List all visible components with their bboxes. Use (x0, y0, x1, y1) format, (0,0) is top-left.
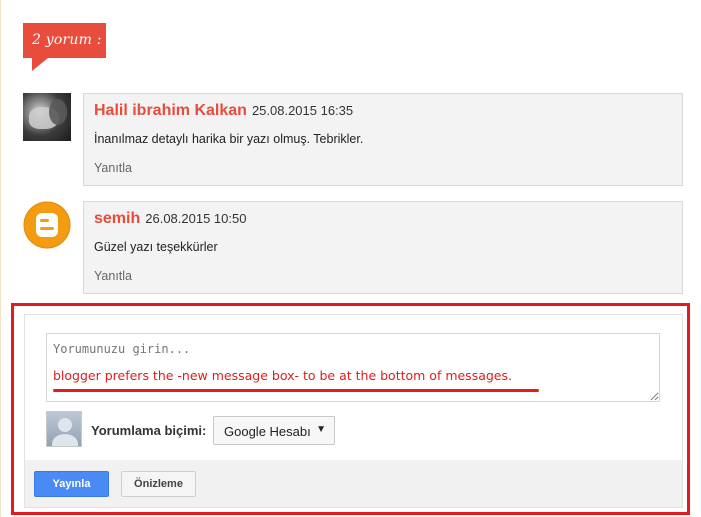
annotation-highlight-frame (11, 303, 690, 515)
comments-section: 2 yorum : Halil ibrahim Kalkan 25.08.2015… (0, 0, 701, 517)
comment-text: İnanılmaz detaylı harika bir yazı olmuş.… (94, 132, 364, 146)
comment-item: semih 26.08.2015 10:50 Güzel yazı teşekkü… (83, 201, 683, 294)
comment-date[interactable]: 25.08.2015 16:35 (252, 103, 353, 118)
reply-link[interactable]: Yanıtla (94, 161, 132, 175)
avatar[interactable] (23, 93, 71, 141)
comment-author[interactable]: Halil ibrahim Kalkan (94, 102, 247, 119)
comment-count-tag: 2 yorum : (23, 23, 106, 71)
comment-item: Halil ibrahim Kalkan 25.08.2015 16:35 İna… (83, 93, 683, 186)
comment-date[interactable]: 26.08.2015 10:50 (145, 211, 246, 226)
comment-author[interactable]: semih (94, 210, 140, 227)
blogger-logo-icon[interactable] (23, 201, 71, 249)
comment-text: Güzel yazı teşekkürler (94, 240, 218, 254)
reply-link[interactable]: Yanıtla (94, 269, 132, 283)
